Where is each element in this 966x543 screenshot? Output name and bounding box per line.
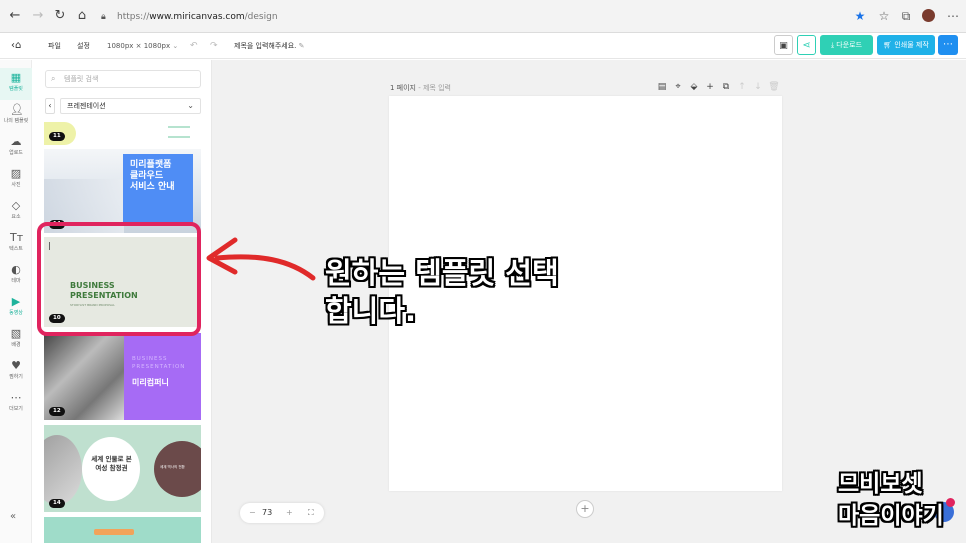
text-icon: Tт [10, 231, 24, 244]
sidebar-item-templates[interactable]: ▦ 템플릿 [0, 68, 32, 100]
annotation-caption: 원하는 템플릿 선택 합니다. [325, 256, 559, 328]
sidebar-item-elements[interactable]: ◇ 요소 [0, 196, 32, 228]
elements-icon: ◇ [11, 199, 21, 212]
upload-cloud-icon: ☁ [10, 135, 22, 148]
sidebar-item-photos[interactable]: ▨ 사진 [0, 164, 32, 196]
template-card[interactable]: 11 [44, 122, 201, 145]
menu-file[interactable]: 파일 [48, 33, 61, 59]
zoom-value[interactable]: 73 [262, 503, 272, 523]
chevron-down-icon: ⌄ [172, 42, 179, 50]
print-order-button[interactable]: 🛒︎ 인쇄물 제작 [877, 35, 935, 55]
selected-template-highlight [37, 222, 201, 336]
pencil-icon: ✎ [298, 42, 305, 50]
add-page-icon[interactable]: + [704, 82, 716, 92]
page-count-badge: 14 [49, 499, 65, 508]
favorites-icon[interactable]: ☆ [877, 9, 891, 23]
redo-icon[interactable]: ↷ [210, 33, 218, 59]
duplicate-icon[interactable]: ⧉ [720, 82, 732, 92]
filter-back-button[interactable]: ‹ [45, 98, 55, 114]
bookmark-star-icon[interactable]: ★ [853, 9, 867, 23]
move-up-icon[interactable]: ↑ [736, 82, 748, 92]
template-title-box: 미리플랫폼 클라우드 서비스 안내 [123, 154, 193, 226]
more-dots-icon: ⋯ [10, 391, 22, 404]
notification-badge [946, 498, 955, 507]
heart-icon: ♥ [11, 359, 21, 372]
forward-arrow-icon[interactable]: → [30, 8, 46, 24]
template-icon: ▦ [10, 71, 22, 84]
home-icon[interactable]: ⌂ [74, 8, 90, 24]
undo-icon[interactable]: ↶ [190, 33, 198, 59]
sidebar-item-video[interactable]: ▶ 동영상 [0, 292, 32, 324]
page-count-badge: 12 [49, 407, 65, 416]
search-icon: ⌕ [51, 74, 56, 83]
more-options-button[interactable]: ⋯ [938, 35, 958, 55]
collections-icon[interactable]: ⧉ [899, 9, 913, 23]
app-toolbar: ‹⌂ 파일 설정 1080px × 1080px ⌄ ↶ ↷ 제목을 입력해주세… [0, 33, 966, 59]
sidebar-item-theme[interactable]: ◐ 테마 [0, 260, 32, 292]
share-icon[interactable]: ⋖ [797, 35, 816, 55]
sidebar-item-background[interactable]: ▧ 배경 [0, 324, 32, 356]
add-page-button[interactable]: + [576, 500, 594, 518]
photo-icon: ▨ [10, 167, 22, 180]
browser-bar: ← → ↻ ⌂ 🔒︎ https://www.miricanvas.com/de… [0, 0, 966, 33]
collapse-panel-icon[interactable]: « [10, 511, 16, 522]
download-icon: ⤓ [830, 41, 835, 49]
sidebar-item-more[interactable]: ⋯ 더보기 [0, 388, 32, 420]
play-icon: ▶ [11, 295, 21, 308]
chevron-down-icon: ⌄ [187, 101, 194, 110]
user-icon: 👤︎ [10, 103, 24, 116]
fill-icon[interactable]: ⬙ [688, 82, 700, 92]
cart-icon: 🛒︎ [883, 41, 893, 49]
sidebar-item-upload[interactable]: ☁ 업로드 [0, 132, 32, 164]
category-select[interactable]: 프레젠테이션 ⌄ [60, 98, 201, 114]
sidebar-item-my-templates[interactable]: 👤︎ 나의 템플릿 [0, 100, 32, 132]
move-down-icon[interactable]: ↓ [752, 82, 764, 92]
profile-avatar[interactable] [922, 9, 935, 22]
palette-icon: ◐ [11, 263, 21, 276]
title-input[interactable]: 제목을 입력해주세요. ✎ [234, 33, 305, 59]
address-bar[interactable]: 🔒︎ https://www.miricanvas.com/design [93, 6, 853, 28]
page-note-icon[interactable]: ▤ [656, 82, 668, 92]
delete-icon[interactable]: 🗑︎ [768, 82, 780, 92]
save-icon[interactable]: ▣ [774, 35, 793, 55]
watermark: 므비보셋 마음이야기 [838, 471, 944, 529]
template-card[interactable]: 세계 인물로 본 여성 참정권 세계 역사의 전환 14 [44, 425, 201, 512]
lock-icon: 🔒︎ [101, 12, 106, 22]
page-lock-icon[interactable]: ⌖ [672, 82, 684, 92]
template-card[interactable] [44, 517, 201, 543]
url-text: https://www.miricanvas.com/design [117, 12, 278, 22]
back-arrow-icon[interactable]: ← [7, 8, 23, 24]
sidebar-rail: ▦ 템플릿 👤︎ 나의 템플릿 ☁ 업로드 ▨ 사진 ◇ 요소 Tт 텍스트 ◐… [0, 60, 32, 543]
back-home-icon[interactable]: ‹⌂ [11, 33, 21, 59]
sidebar-item-text[interactable]: Tт 텍스트 [0, 228, 32, 260]
red-arrow-annotation [206, 237, 316, 281]
page-label: 1 페이지 - 제목 입력 [390, 84, 451, 92]
sidebar-item-favorites[interactable]: ♥ 찜하기 [0, 356, 32, 388]
page-count-badge: 11 [49, 132, 65, 141]
canvas-size-select[interactable]: 1080px × 1080px ⌄ [107, 33, 178, 59]
menu-settings[interactable]: 설정 [77, 33, 90, 59]
template-card[interactable]: 미리플랫폼 클라우드 서비스 안내 14 [44, 149, 201, 233]
zoom-out-icon[interactable]: − [249, 503, 256, 523]
template-card[interactable]: BUSINESS PRESENTATION 미리컴퍼니 12 [44, 333, 201, 420]
background-icon: ▧ [10, 327, 22, 340]
template-search-input[interactable]: ⌕ 템플릿 검색 [45, 70, 201, 88]
browser-menu-icon[interactable]: ⋯ [946, 9, 960, 23]
reload-icon[interactable]: ↻ [52, 8, 68, 24]
zoom-in-icon[interactable]: + [286, 503, 293, 523]
zoom-control: − 73 + ⛶ [240, 503, 324, 523]
fullscreen-icon[interactable]: ⛶ [308, 503, 314, 523]
download-button[interactable]: ⤓ 다운로드 [820, 35, 873, 55]
